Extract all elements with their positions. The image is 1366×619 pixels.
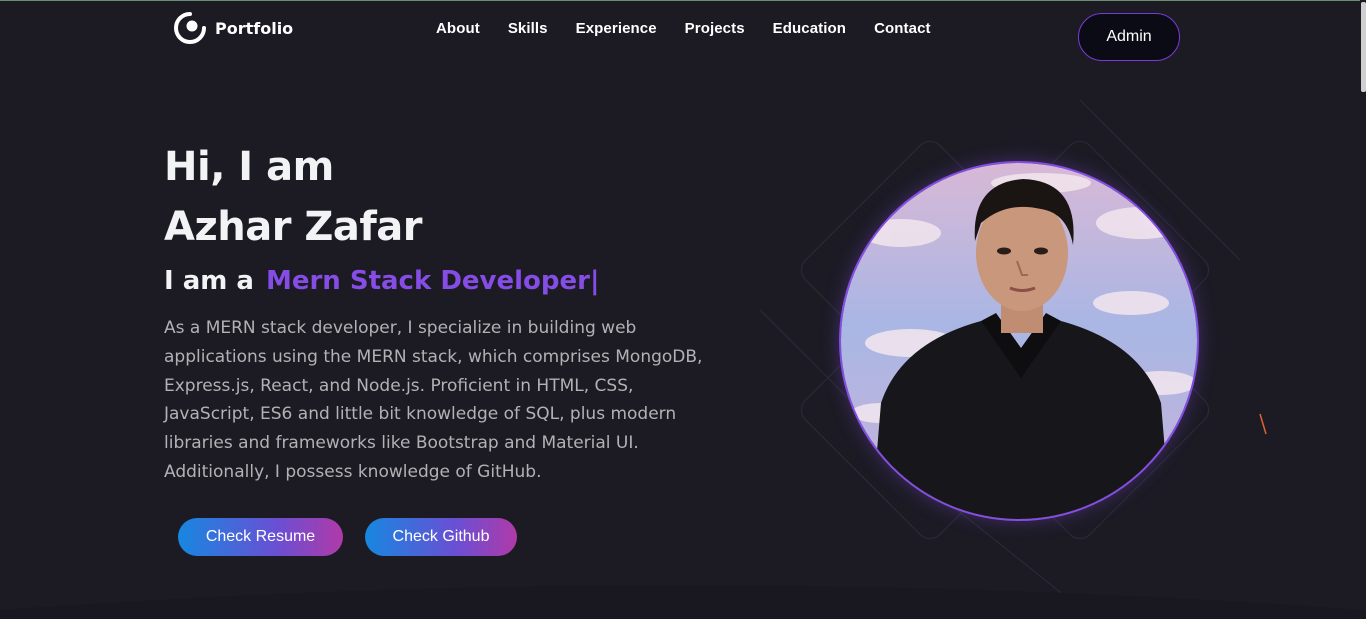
hero-title: Hi, I am Azhar Zafar	[164, 137, 422, 257]
nav-link-skills[interactable]: Skills	[508, 20, 548, 37]
role-line: I am a Mern Stack Developer |	[164, 266, 599, 296]
nav-link-education[interactable]: Education	[773, 20, 846, 37]
nav-link-contact[interactable]: Contact	[874, 20, 931, 37]
scrollbar-thumb[interactable]	[1361, 2, 1366, 92]
nav-menu: About Skills Experience Projects Educati…	[436, 20, 959, 37]
nav-link-experience[interactable]: Experience	[576, 20, 657, 37]
portfolio-logo-icon	[174, 12, 206, 44]
hero-name: Azhar Zafar	[164, 204, 422, 250]
shooting-star-decoration	[1259, 413, 1267, 435]
role-prefix: I am a	[164, 266, 254, 296]
brand-logo[interactable]: Portfolio	[174, 12, 293, 44]
nav-link-projects[interactable]: Projects	[685, 20, 745, 37]
profile-photo	[839, 161, 1199, 521]
nav-link-about[interactable]: About	[436, 20, 480, 37]
brand-name: Portfolio	[215, 18, 294, 38]
hero-greeting: Hi, I am	[164, 144, 334, 190]
typewriter-cursor: |	[589, 266, 600, 296]
check-resume-button[interactable]: Check Resume	[178, 518, 343, 556]
check-github-button[interactable]: Check Github	[365, 518, 517, 556]
admin-button[interactable]: Admin	[1078, 13, 1180, 61]
bottom-section-curve	[0, 585, 1366, 619]
role-typewriter: Mern Stack Developer	[265, 266, 590, 296]
scrollbar[interactable]	[1360, 0, 1366, 619]
navbar: Portfolio About Skills Experience Projec…	[0, 0, 1360, 72]
hero-description: As a MERN stack developer, I specialize …	[164, 318, 703, 482]
